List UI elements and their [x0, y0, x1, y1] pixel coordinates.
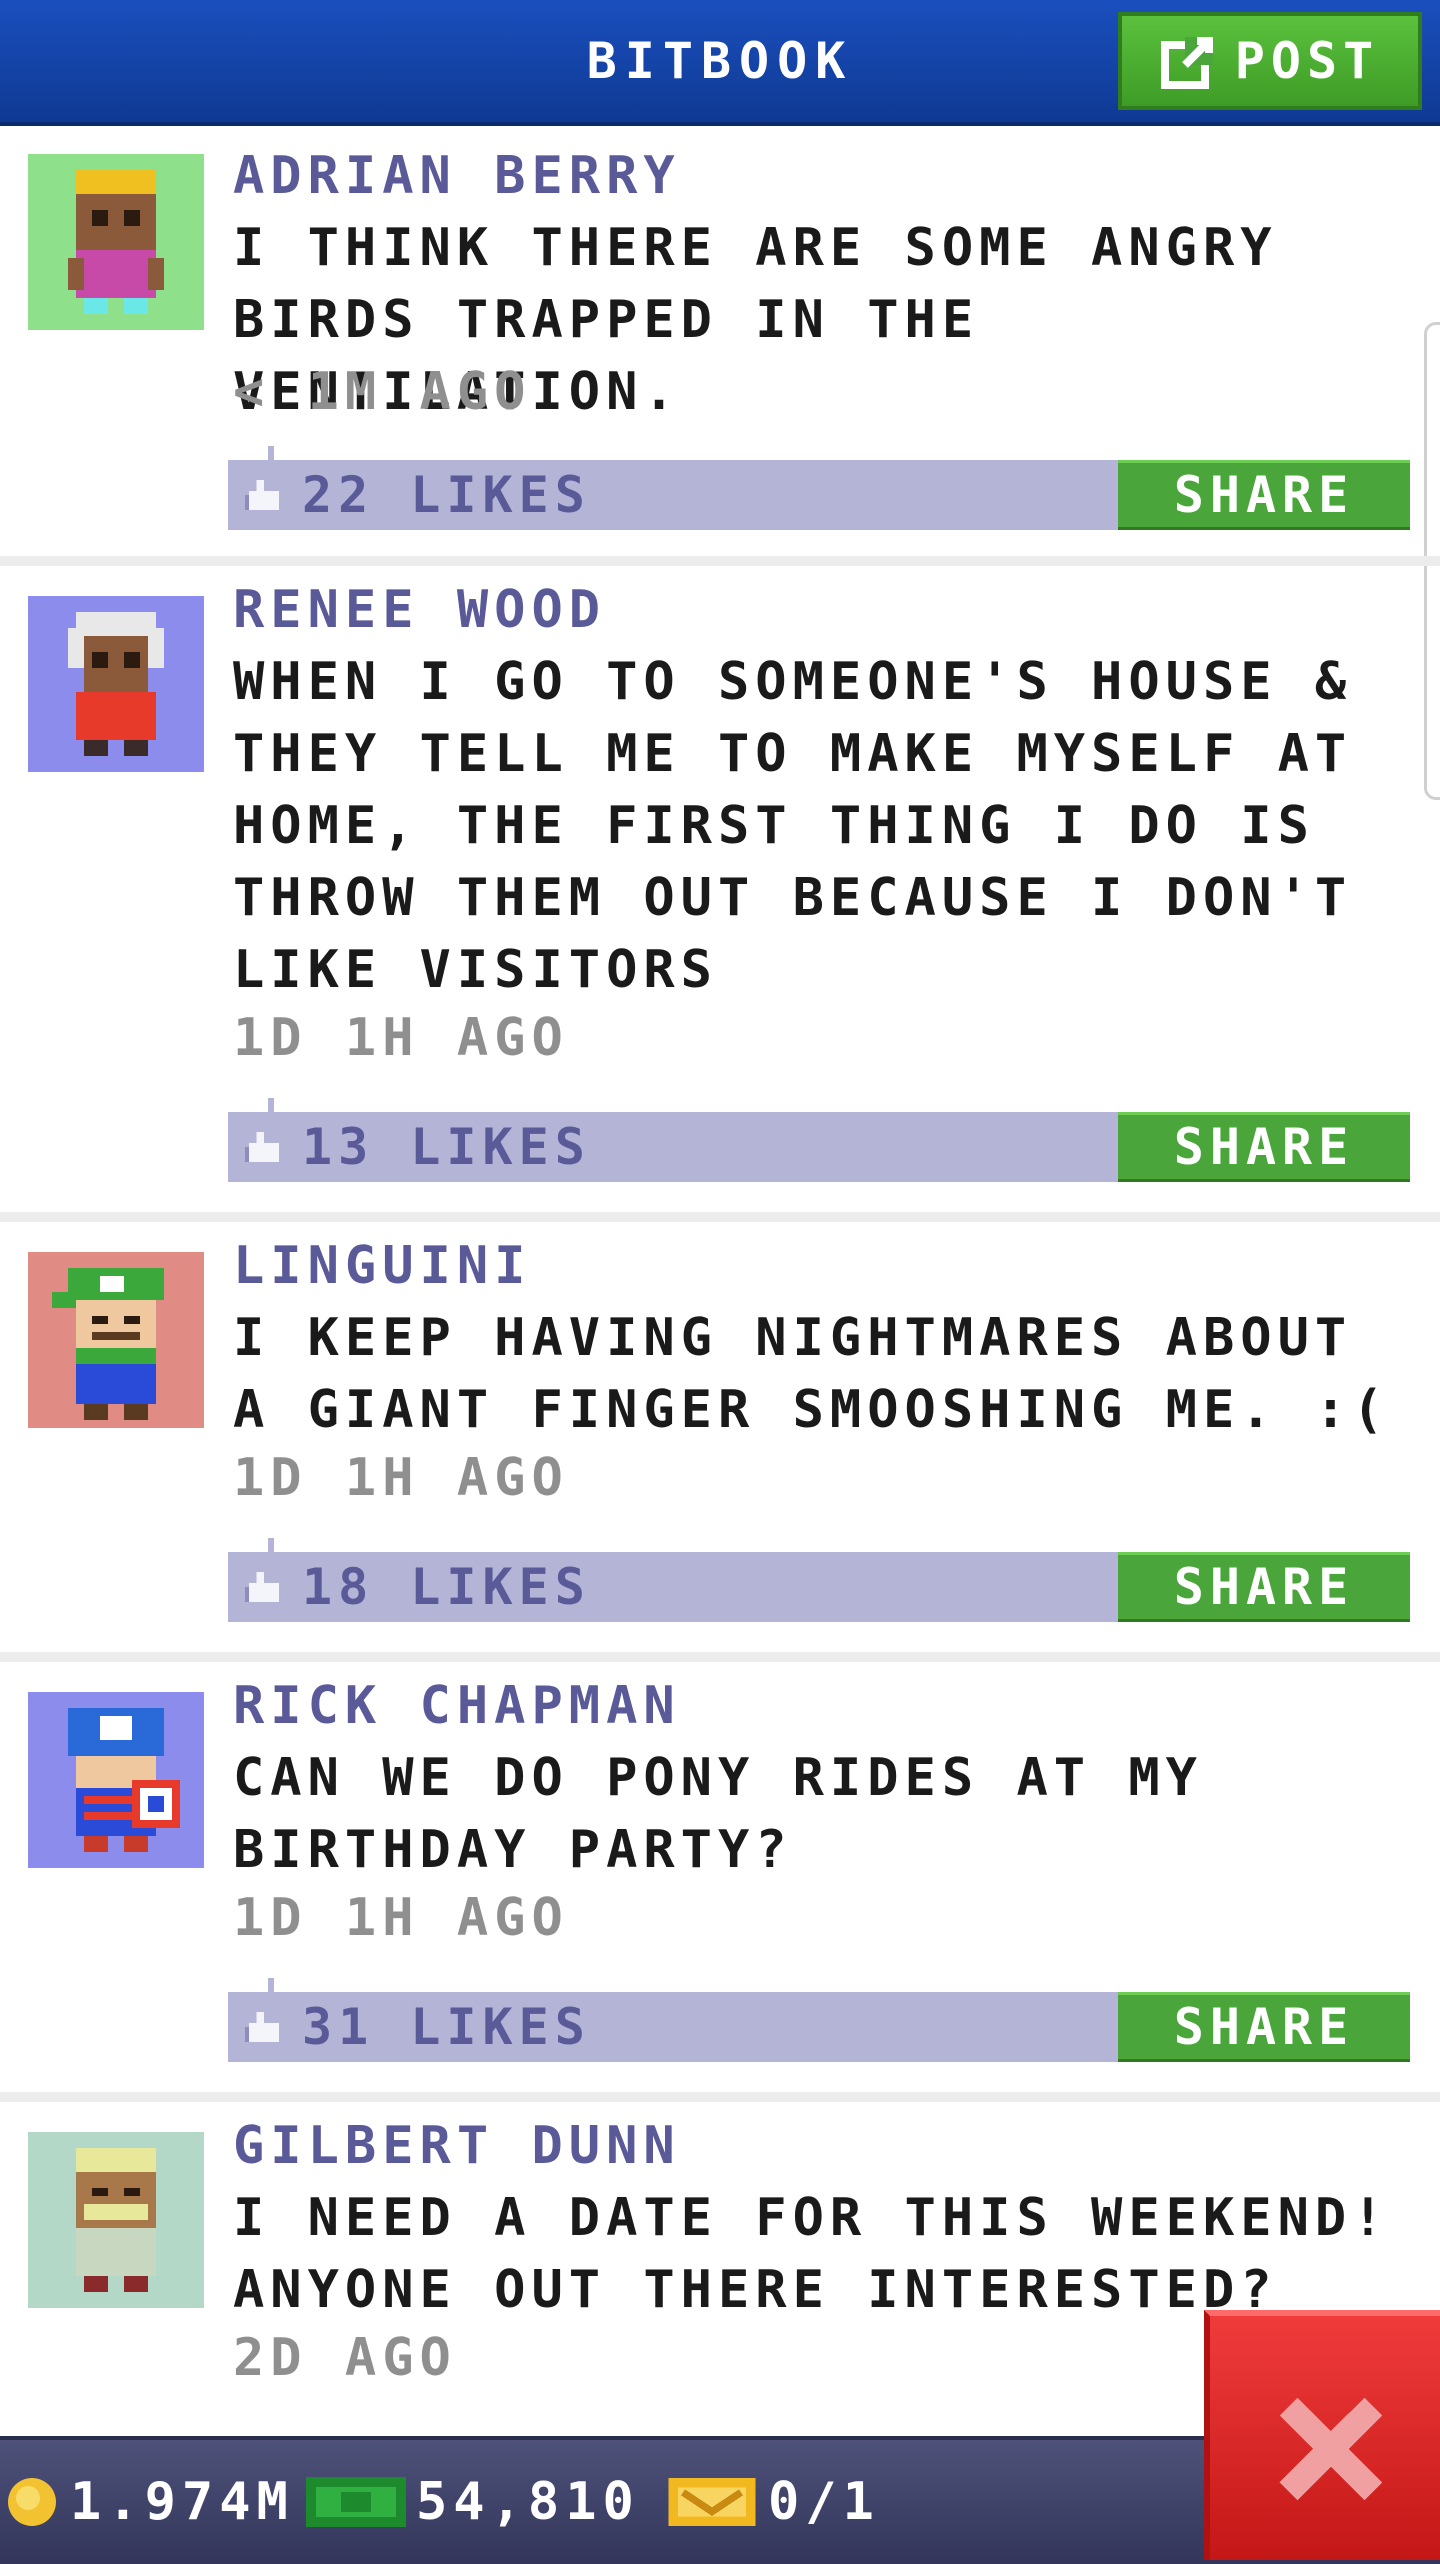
post-author[interactable]: RICK CHAPMAN — [233, 1676, 681, 1736]
post-time: < 1M AGO — [233, 362, 532, 422]
post-author[interactable]: GILBERT DUNN — [233, 2116, 681, 2176]
post-time: 1D 1H AGO — [233, 1888, 569, 1948]
avatar[interactable] — [28, 2132, 204, 2308]
post-author[interactable]: ADRIAN BERRY — [233, 146, 681, 206]
like-bar: 13 LIKES SHARE — [228, 1098, 1410, 1182]
like-bar: 31 LIKES SHARE — [228, 1978, 1410, 2062]
share-button[interactable]: SHARE — [1118, 1992, 1410, 2062]
feed[interactable]: ADRIAN BERRY I THINK THERE ARE SOME ANGR… — [0, 126, 1440, 2502]
share-button[interactable]: SHARE — [1118, 1112, 1410, 1182]
post-author[interactable]: LINGUINI — [233, 1236, 531, 1296]
close-button[interactable] — [1204, 2310, 1440, 2560]
bux-value: 54,810 — [416, 2472, 640, 2532]
like-icon[interactable] — [244, 1128, 284, 1170]
coins-value: 1.974M — [70, 2472, 294, 2532]
tickets-stat: 0/1 — [666, 2440, 880, 2564]
coin-icon — [8, 2478, 56, 2526]
post-time: 1D 1H AGO — [233, 1448, 569, 1508]
tickets-value: 0/1 — [768, 2472, 880, 2532]
share-button[interactable]: SHARE — [1118, 460, 1410, 530]
bux-icon — [306, 2477, 406, 2527]
likes-count: 13 LIKES — [302, 1118, 591, 1176]
feed-post: RENEE WOOD WHEN I GO TO SOMEONE'S HOUSE … — [0, 566, 1440, 1222]
post-text: I KEEP HAVING NIGHTMARES ABOUT A GIANT F… — [233, 1308, 1390, 1440]
likes-count: 31 LIKES — [302, 1998, 591, 2056]
compose-icon — [1160, 33, 1217, 89]
post-text: I NEED A DATE FOR THIS WEEKEND! ANYONE O… — [233, 2188, 1390, 2320]
like-bar: 18 LIKES SHARE — [228, 1538, 1410, 1622]
post-time: 1D 1H AGO — [233, 1008, 569, 1068]
avatar[interactable] — [28, 154, 204, 330]
likes-count: 22 LIKES — [302, 466, 591, 524]
feed-post: LINGUINI I KEEP HAVING NIGHTMARES ABOUT … — [0, 1222, 1440, 1662]
post-time: 2D AGO — [233, 2328, 457, 2388]
post-button-label: POST — [1234, 32, 1380, 90]
app-header: BITBOOK POST — [0, 0, 1440, 126]
ticket-icon — [668, 2477, 756, 2527]
post-author[interactable]: RENEE WOOD — [233, 580, 606, 640]
likes-count: 18 LIKES — [302, 1558, 591, 1616]
like-icon[interactable] — [244, 476, 284, 518]
coins-stat: 1.974M — [4, 2440, 294, 2564]
post-text: WHEN I GO TO SOMEONE'S HOUSE & THEY TELL… — [233, 652, 1353, 1000]
feed-post: RICK CHAPMAN CAN WE DO PONY RIDES AT MY … — [0, 1662, 1440, 2102]
avatar[interactable] — [28, 596, 204, 772]
close-icon — [1279, 2397, 1383, 2501]
post-button[interactable]: POST — [1118, 12, 1422, 110]
feed-post: ADRIAN BERRY I THINK THERE ARE SOME ANGR… — [0, 126, 1440, 566]
share-button[interactable]: SHARE — [1118, 1552, 1410, 1622]
like-icon[interactable] — [244, 1568, 284, 1610]
bux-stat: 54,810 — [306, 2440, 640, 2564]
like-bar: 22 LIKES SHARE — [228, 446, 1410, 530]
post-text: CAN WE DO PONY RIDES AT MY BIRTHDAY PART… — [233, 1748, 1203, 1880]
avatar[interactable] — [28, 1252, 204, 1428]
like-icon[interactable] — [244, 2008, 284, 2050]
avatar[interactable] — [28, 1692, 204, 1868]
